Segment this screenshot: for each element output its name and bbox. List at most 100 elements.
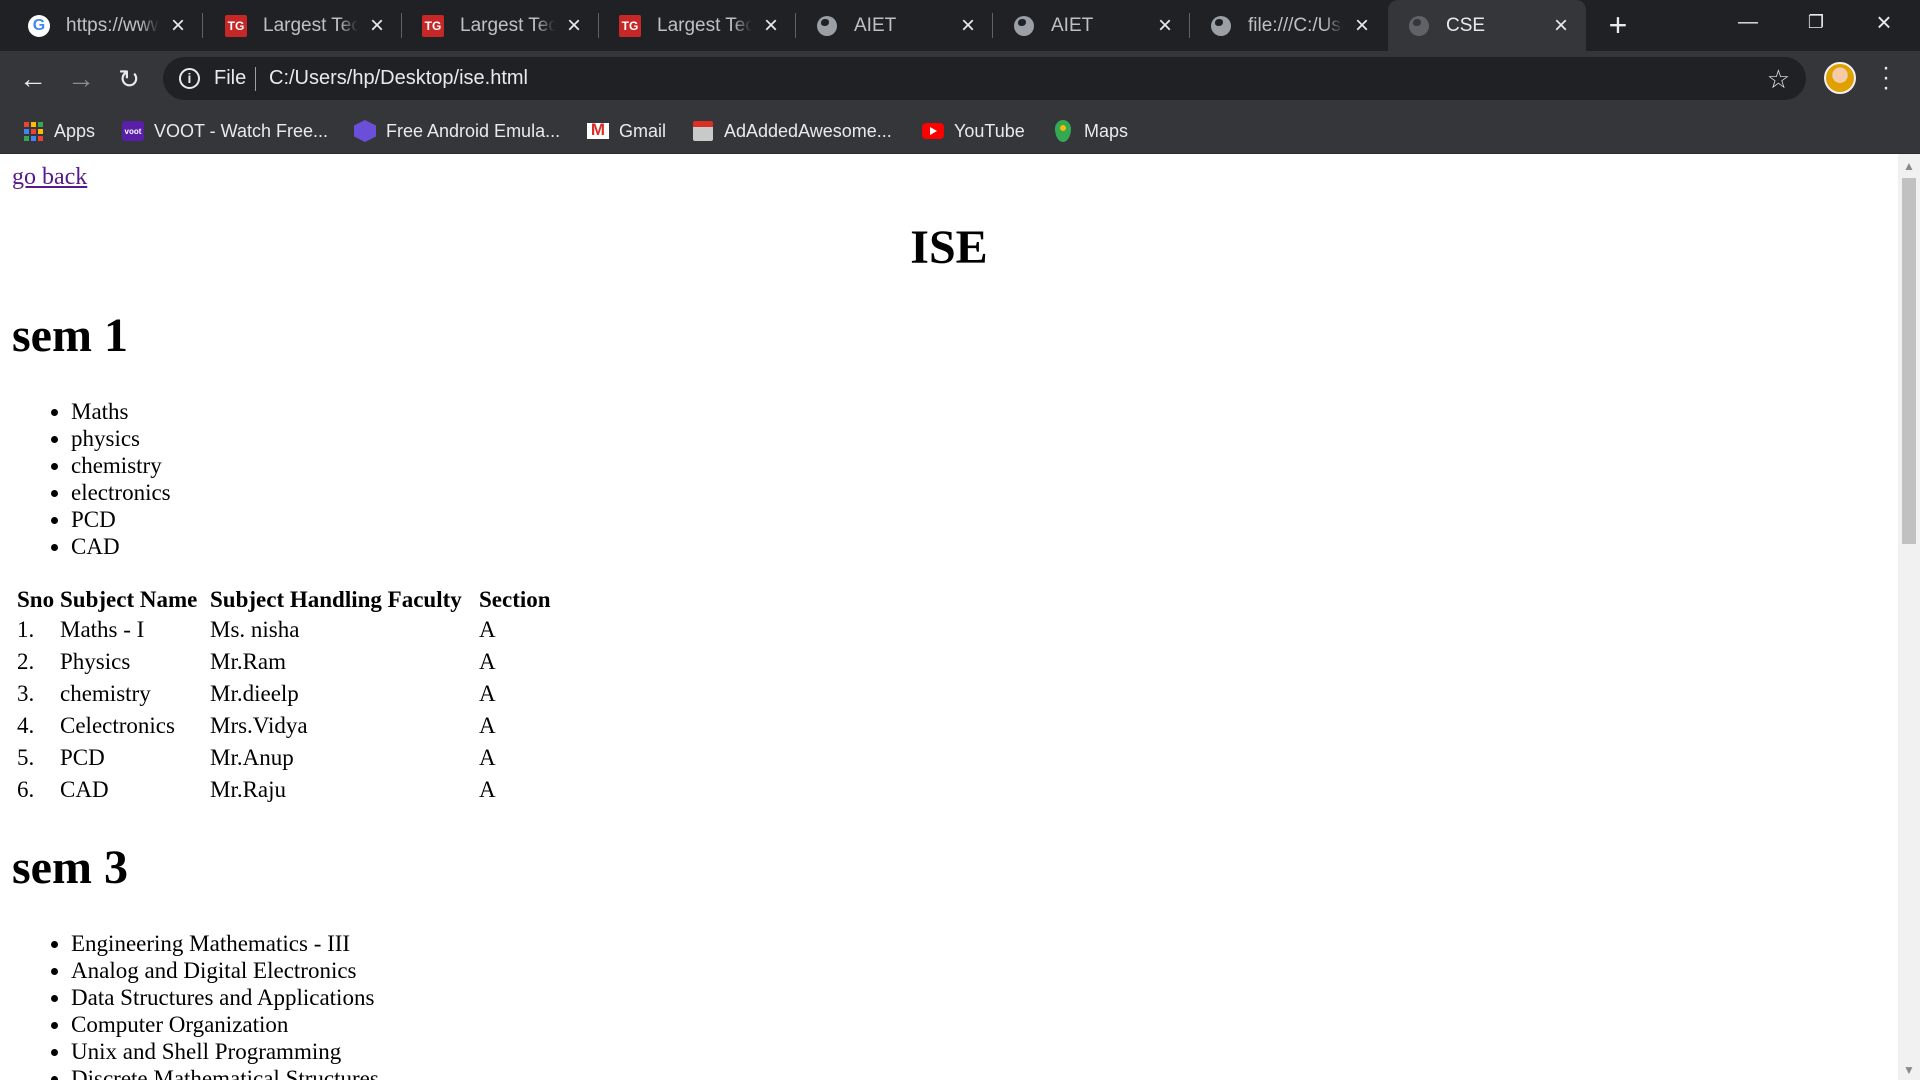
close-tab-icon[interactable]: × <box>1550 13 1572 37</box>
column-header: Sno <box>17 587 55 612</box>
url-scheme-label: File <box>214 67 247 89</box>
close-tab-icon[interactable]: × <box>957 13 979 37</box>
page-viewport: go back ISE sem 1 Maths physics chemistr… <box>0 154 1898 1080</box>
youtube-icon <box>922 120 944 142</box>
sem1-heading: sem 1 <box>12 309 128 362</box>
url-text[interactable]: C:/Users/hp/Desktop/ise.html <box>269 67 528 90</box>
browser-tab[interactable]: AIET × <box>796 0 993 51</box>
close-tab-icon[interactable]: × <box>366 13 388 37</box>
globe-icon <box>1013 15 1035 37</box>
table-cell: Mr.Ram <box>210 649 287 674</box>
gmail-icon <box>587 120 609 142</box>
google-icon: G <box>28 14 50 37</box>
table-row: 2. Physics Mr.Ram A <box>17 648 551 676</box>
table-cell: Mr.Raju <box>210 777 287 802</box>
adadded-icon <box>692 120 714 142</box>
address-bar[interactable]: i File C:/Users/hp/Desktop/ise.html ☆ <box>163 57 1806 100</box>
scroll-down-arrow-icon[interactable]: ▼ <box>1898 1060 1920 1080</box>
forward-arrow-icon[interactable]: → <box>63 61 99 97</box>
bookmark-gmail[interactable]: Gmail <box>587 118 666 144</box>
list-item: Unix and Shell Programming <box>71 1038 379 1065</box>
table-row: 5. PCD Mr.Anup A <box>17 744 551 772</box>
browser-tab[interactable]: G https://www. × <box>8 0 203 51</box>
table-cell: Mrs.Vidya <box>210 713 308 738</box>
bookmark-star-icon[interactable]: ☆ <box>1767 64 1790 95</box>
list-item: CAD <box>71 533 171 560</box>
browser-tab-active[interactable]: CSE × <box>1388 0 1586 51</box>
browser-toolbar: ← → ↻ i File C:/Users/hp/Desktop/ise.htm… <box>0 51 1920 107</box>
tab-title: file:///C:/Use <box>1248 14 1343 36</box>
table-cell: CAD <box>60 777 109 802</box>
tab-separator <box>202 13 203 38</box>
bookmark-adadded[interactable]: AdAddedAwesome... <box>692 118 892 144</box>
table-cell: 3. <box>17 681 35 706</box>
bookmark-apps[interactable]: Apps <box>22 118 95 144</box>
close-tab-icon[interactable]: × <box>563 13 585 37</box>
tab-strip: G https://www. × TG Largest Tech × TG La… <box>0 0 1920 51</box>
new-tab-button[interactable]: + <box>1602 9 1634 42</box>
table-cell: PCD <box>60 745 105 770</box>
browser-tab[interactable]: file:///C:/Use × <box>1190 0 1387 51</box>
profile-avatar[interactable] <box>1824 62 1856 94</box>
close-tab-icon[interactable]: × <box>167 13 189 37</box>
site-info-icon[interactable]: i <box>179 68 200 89</box>
vertical-scrollbar[interactable]: ▲ ▼ <box>1898 154 1920 1080</box>
table-cell: Physics <box>60 649 131 674</box>
bookmark-label: Maps <box>1084 120 1129 141</box>
tab-title: AIET <box>854 14 897 36</box>
list-item: Engineering Mathematics - III <box>71 930 379 957</box>
sem1-subject-list: Maths physics chemistry electronics PCD … <box>71 398 171 560</box>
table-cell: 4. <box>17 713 35 738</box>
list-item: Data Structures and Applications <box>71 984 379 1011</box>
back-arrow-icon[interactable]: ← <box>15 61 51 97</box>
maps-icon <box>1052 120 1074 142</box>
reload-icon[interactable]: ↻ <box>111 61 147 97</box>
close-tab-icon[interactable]: × <box>760 13 782 37</box>
faculty-table: Sno Subject Name Subject Handling Facult… <box>12 584 556 808</box>
tab-title: CSE <box>1446 14 1486 36</box>
list-item: physics <box>71 425 171 452</box>
list-item: Maths <box>71 398 171 425</box>
tg-icon: TG <box>422 14 444 37</box>
column-header: Subject Handling Faculty <box>210 587 462 612</box>
table-cell: Mr.Anup <box>210 745 294 770</box>
go-back-link[interactable]: go back <box>12 164 87 191</box>
close-tab-icon[interactable]: × <box>1351 13 1373 37</box>
close-window-button[interactable]: × <box>1850 0 1918 44</box>
table-cell: chemistry <box>60 681 151 706</box>
bookmark-label: Free Android Emula... <box>386 120 561 141</box>
minimize-button[interactable]: — <box>1714 0 1782 44</box>
bookmark-voot[interactable]: voot VOOT - Watch Free... <box>122 118 328 144</box>
table-cell: 1. <box>17 617 35 642</box>
restore-button[interactable]: ❐ <box>1782 0 1850 44</box>
bookmark-label: VOOT - Watch Free... <box>154 120 329 141</box>
column-header: Subject Name <box>60 587 198 612</box>
bookmark-android-emulator[interactable]: Free Android Emula... <box>354 118 560 144</box>
bookmark-label: Gmail <box>619 120 667 141</box>
browser-tab[interactable]: AIET × <box>993 0 1190 51</box>
table-row: 3. chemistry Mr.dieelp A <box>17 680 551 708</box>
menu-kebab-icon[interactable]: · · · <box>1876 56 1896 100</box>
table-cell: A <box>479 713 496 738</box>
sem3-subject-list: Engineering Mathematics - III Analog and… <box>71 930 379 1080</box>
emulator-icon <box>354 120 376 142</box>
table-header-row: Sno Subject Name Subject Handling Facult… <box>17 588 551 612</box>
browser-tab[interactable]: TG Largest Tech × <box>205 0 402 51</box>
bookmark-label: AdAddedAwesome... <box>724 120 892 141</box>
scroll-up-arrow-icon[interactable]: ▲ <box>1898 156 1920 176</box>
browser-tab[interactable]: TG Largest Tech × <box>402 0 599 51</box>
bookmark-youtube[interactable]: YouTube <box>922 118 1025 144</box>
scrollbar-thumb[interactable] <box>1902 178 1916 544</box>
page-title: ISE <box>910 221 988 274</box>
close-tab-icon[interactable]: × <box>1154 13 1176 37</box>
table-row: 4. Celectronics Mrs.Vidya A <box>17 712 551 740</box>
tg-icon: TG <box>619 14 641 37</box>
voot-icon: voot <box>122 120 144 142</box>
bookmark-maps[interactable]: Maps <box>1052 118 1128 144</box>
tab-title: Largest Tech <box>460 14 555 36</box>
browser-tab[interactable]: TG Largest Tech × <box>599 0 796 51</box>
sem3-heading: sem 3 <box>12 841 128 894</box>
table-row: 1. Maths - I Ms. nisha A <box>17 616 551 644</box>
table-cell: Celectronics <box>60 713 175 738</box>
list-item: Analog and Digital Electronics <box>71 957 379 984</box>
